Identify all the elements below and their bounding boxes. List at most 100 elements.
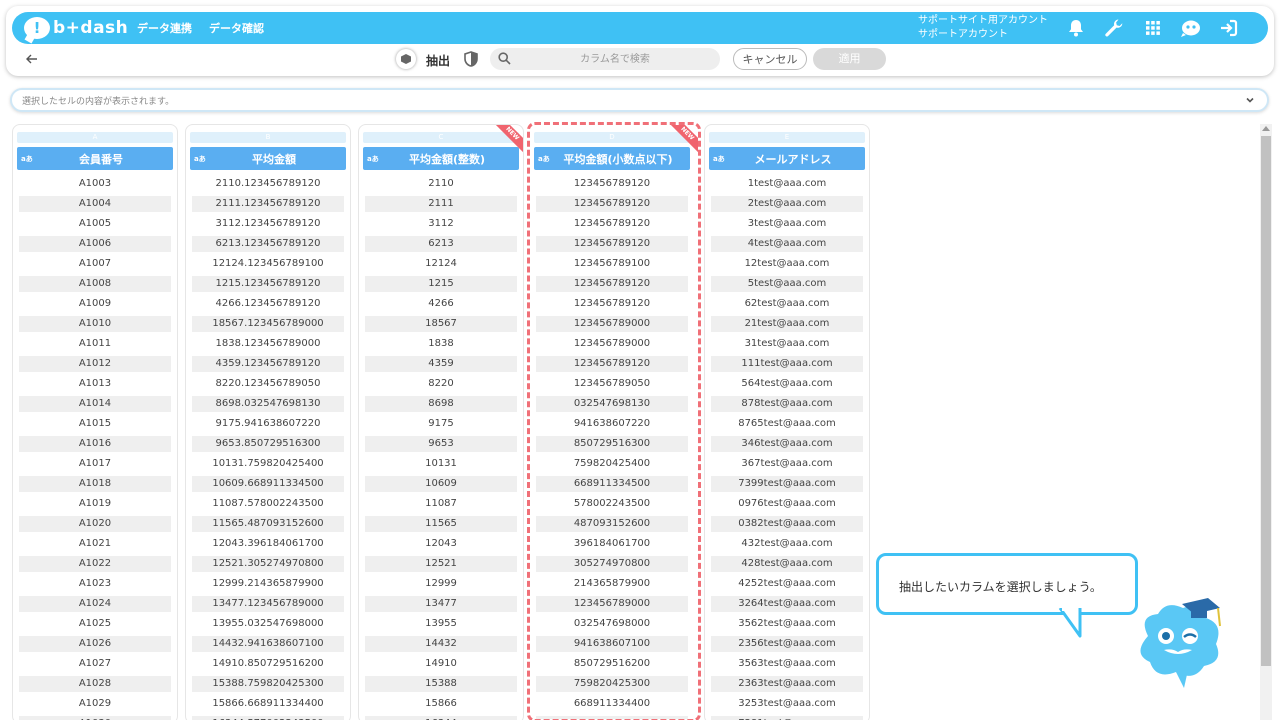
table-cell[interactable]: A1027 [17, 654, 173, 674]
table-cell[interactable]: A1006 [19, 236, 171, 252]
table-cell[interactable]: 6213.123456789120 [192, 236, 344, 252]
table-cell[interactable]: 8698 [365, 396, 517, 412]
table-cell[interactable]: 9175 [363, 414, 519, 434]
table-cell[interactable]: A1004 [19, 196, 171, 212]
table-cell[interactable]: 15388.759820425300 [192, 676, 344, 692]
table-cell[interactable]: 2111 [365, 196, 517, 212]
table-cell[interactable]: A1012 [19, 356, 171, 372]
table-cell[interactable]: A1019 [17, 494, 173, 514]
table-cell[interactable]: 10131.759820425400 [190, 454, 346, 474]
table-cell[interactable]: 12521.305274970800 [192, 556, 344, 572]
table-cell[interactable]: 13955 [363, 614, 519, 634]
table-cell[interactable]: 11565 [365, 516, 517, 532]
table-cell[interactable]: A1017 [17, 454, 173, 474]
table-cell[interactable]: 111test@aaa.com [711, 356, 863, 372]
table-cell[interactable]: 123456789050 [534, 374, 690, 394]
table-cell[interactable]: 850729516200 [534, 654, 690, 674]
column-a[interactable]: Aaあ 会員番号 A1003 A1004 A1005 A1006 A1007 A1008 A10… [12, 124, 178, 720]
table-cell[interactable]: 12043.396184061700 [190, 534, 346, 554]
table-cell[interactable]: 15866.668911334400 [190, 694, 346, 714]
table-cell[interactable]: 9653.850729516300 [192, 436, 344, 452]
table-cell[interactable]: A1020 [19, 516, 171, 532]
table-cell[interactable]: 8220.123456789050 [190, 374, 346, 394]
nav-link-data-integration[interactable]: データ連携 [137, 20, 192, 36]
column-d-selected[interactable]: Daあ 平均金額(小数点以下) NEW 123456789120 12345678912… [527, 122, 701, 720]
table-cell[interactable]: 11565.487093152600 [192, 516, 344, 532]
table-cell[interactable]: 432test@aaa.com [709, 534, 865, 554]
search-input[interactable] [520, 48, 710, 70]
table-cell[interactable]: 367test@aaa.com [709, 454, 865, 474]
table-cell[interactable]: A1014 [19, 396, 171, 412]
table-cell[interactable]: A1023 [17, 574, 173, 594]
table-cell[interactable]: 10131 [363, 454, 519, 474]
table-cell[interactable]: A1003 [17, 174, 173, 194]
column-e[interactable]: Eaあ メールアドレス 1test@aaa.com 2test@aaa.com 3tes… [704, 124, 870, 720]
table-cell[interactable]: 1215.123456789120 [192, 276, 344, 292]
column-header[interactable]: aあ 平均金額(整数) [363, 147, 519, 170]
table-cell[interactable]: 2356test@aaa.com [711, 636, 863, 652]
table-cell[interactable]: 2111.123456789120 [192, 196, 344, 212]
table-cell[interactable]: 941638607220 [534, 414, 690, 434]
table-cell[interactable]: 428test@aaa.com [711, 556, 863, 572]
table-cell[interactable]: 123456789000 [534, 334, 690, 354]
table-cell[interactable]: 578002243500 [534, 494, 690, 514]
table-cell[interactable]: 123456789120 [536, 196, 688, 212]
back-arrow-icon[interactable] [24, 51, 40, 67]
table-cell[interactable]: 123456789120 [536, 276, 688, 292]
table-cell[interactable]: 850729516300 [536, 436, 688, 452]
table-cell[interactable]: A1029 [17, 694, 173, 714]
table-cell[interactable]: 16344 [365, 716, 517, 720]
table-cell[interactable]: 13477 [365, 596, 517, 612]
table-cell[interactable]: 123456789120 [534, 294, 690, 314]
table-cell[interactable]: A1026 [19, 636, 171, 652]
table-cell[interactable]: 4359 [365, 356, 517, 372]
table-cell[interactable]: 15866 [363, 694, 519, 714]
table-cell[interactable]: 7281test@aaa.com [711, 716, 863, 720]
table-cell[interactable]: 11087.578002243500 [190, 494, 346, 514]
table-cell[interactable]: 123456789120 [536, 236, 688, 252]
table-cell[interactable]: A1018 [19, 476, 171, 492]
table-cell[interactable]: 123456789120 [534, 214, 690, 234]
table-cell[interactable]: 6213 [365, 236, 517, 252]
table-cell[interactable]: A1013 [17, 374, 173, 394]
cell-content-display[interactable]: 選択したセルの内容が表示されます。 [10, 88, 1269, 112]
table-cell[interactable]: A1021 [17, 534, 173, 554]
table-cell[interactable]: 2110.123456789120 [190, 174, 346, 194]
table-cell[interactable]: 759820425400 [534, 454, 690, 474]
table-cell[interactable]: 3test@aaa.com [709, 214, 865, 234]
table-cell[interactable]: A1007 [17, 254, 173, 274]
wrench-icon[interactable] [1103, 17, 1125, 39]
table-cell[interactable]: 3562test@aaa.com [709, 614, 865, 634]
table-cell[interactable]: 3563test@aaa.com [709, 654, 865, 674]
table-cell[interactable]: 31test@aaa.com [709, 334, 865, 354]
table-cell[interactable]: A1024 [19, 596, 171, 612]
table-cell[interactable]: 8698.032547698130 [192, 396, 344, 412]
table-cell[interactable]: 4359.123456789120 [192, 356, 344, 372]
table-cell[interactable]: 12999.214365879900 [190, 574, 346, 594]
table-cell[interactable]: 7399test@aaa.com [711, 476, 863, 492]
scrollbar-thumb[interactable] [1261, 136, 1271, 666]
column-b[interactable]: Baあ 平均金額 2110.123456789120 2111.12345678912… [185, 124, 351, 720]
table-cell[interactable]: 10609.668911334500 [192, 476, 344, 492]
table-cell[interactable]: A1025 [17, 614, 173, 634]
bell-icon[interactable] [1065, 17, 1087, 39]
table-cell[interactable]: 1838.123456789000 [190, 334, 346, 354]
table-cell[interactable]: 214365879900 [534, 574, 690, 594]
table-cell[interactable]: 1838 [363, 334, 519, 354]
account-info[interactable]: サポートサイト用アカウント サポートアカウント [918, 14, 1048, 42]
table-cell[interactable]: 878test@aaa.com [711, 396, 863, 412]
table-cell[interactable]: 4test@aaa.com [711, 236, 863, 252]
table-cell[interactable]: 18567.123456789000 [192, 316, 344, 332]
table-cell[interactable]: 18567 [365, 316, 517, 332]
table-cell[interactable]: 13477.123456789000 [192, 596, 344, 612]
table-cell[interactable]: A1005 [17, 214, 173, 234]
table-cell[interactable]: 21test@aaa.com [711, 316, 863, 332]
mascot-help-icon[interactable] [1180, 17, 1202, 39]
table-cell[interactable]: 3112 [363, 214, 519, 234]
table-cell[interactable]: 941638607100 [536, 636, 688, 652]
table-cell[interactable]: 564test@aaa.com [709, 374, 865, 394]
table-cell[interactable] [536, 716, 688, 719]
table-cell[interactable]: 396184061700 [534, 534, 690, 554]
table-cell[interactable]: 3264test@aaa.com [711, 596, 863, 612]
table-cell[interactable]: 032547698130 [536, 396, 688, 412]
